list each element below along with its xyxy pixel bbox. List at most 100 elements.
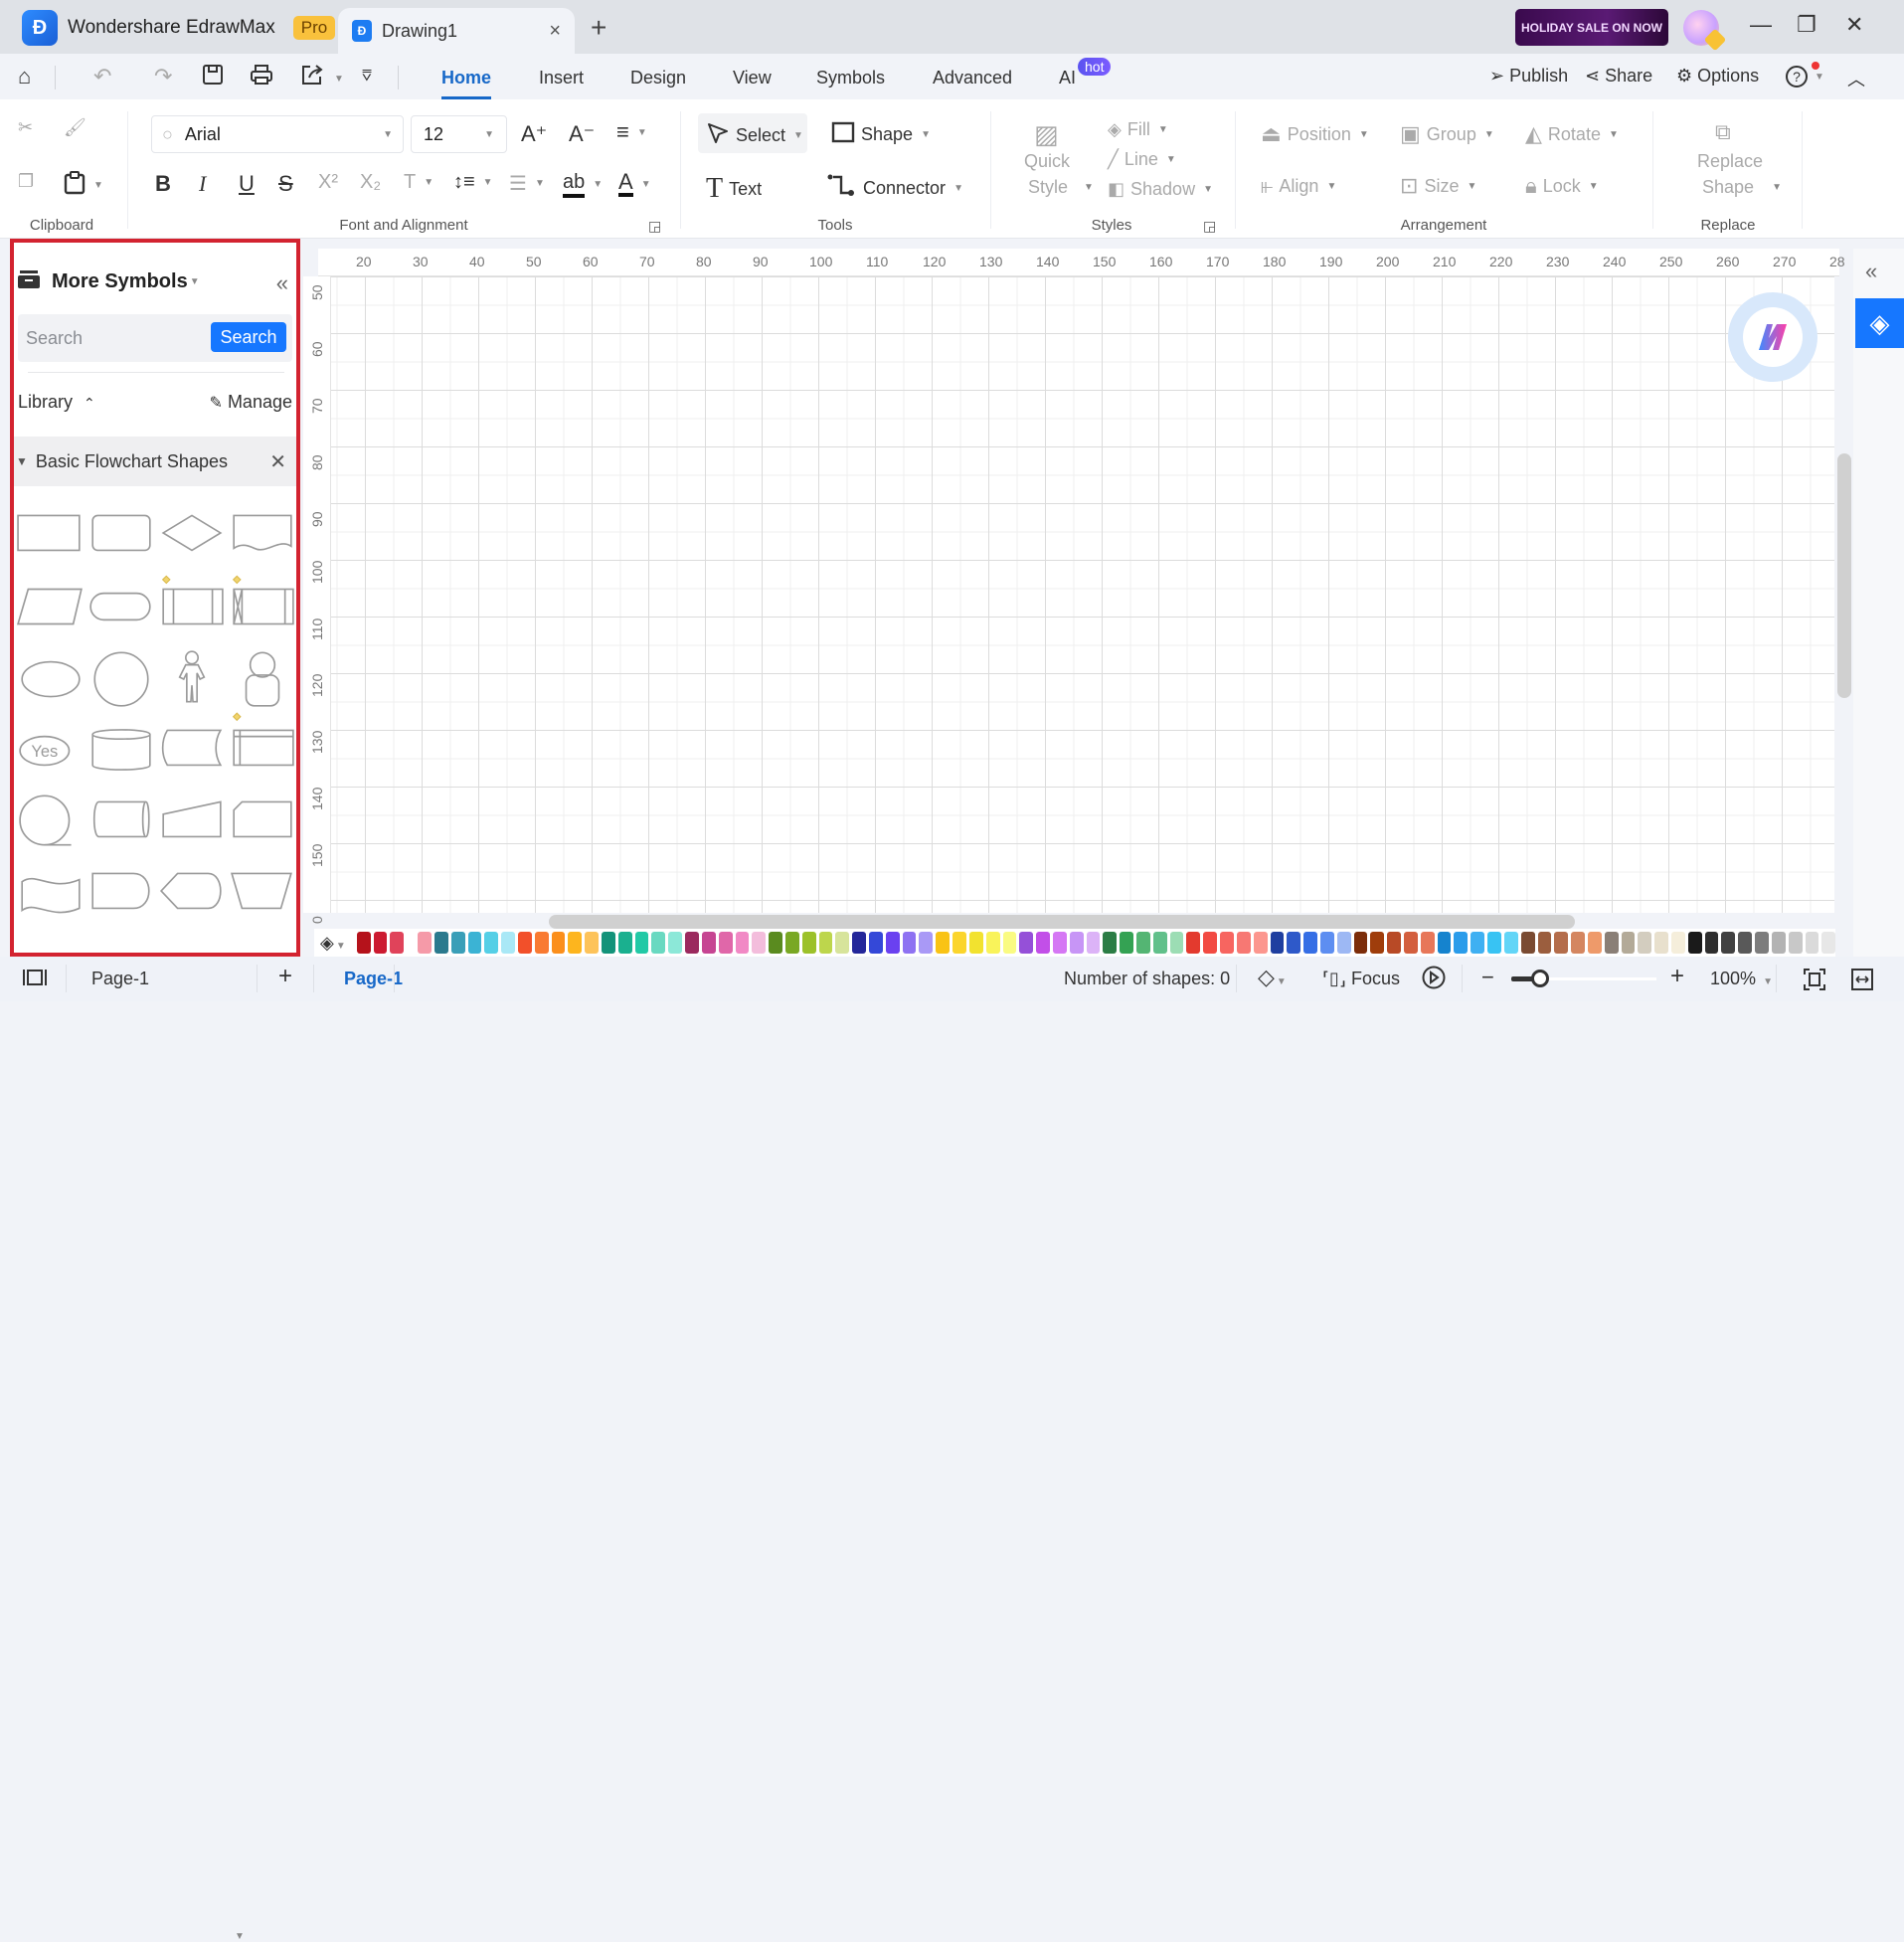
collapse-panel-icon[interactable]: « — [276, 270, 288, 296]
collapse-ribbon-icon[interactable]: ︿ — [1847, 66, 1865, 91]
color-swatch[interactable] — [1287, 932, 1301, 954]
fit-width-icon[interactable] — [1851, 969, 1873, 995]
layers-button[interactable]: ◇ ▼ — [1258, 965, 1287, 990]
subscript-button[interactable]: X₂ — [360, 171, 381, 194]
tab-insert[interactable]: Insert — [539, 68, 584, 88]
color-swatch[interactable] — [818, 932, 833, 954]
close-tab-icon[interactable]: × — [549, 20, 561, 43]
shape-sequential-access[interactable] — [16, 792, 86, 851]
paste-button[interactable]: ▼ — [64, 171, 103, 200]
restore-button[interactable]: ❐ — [1797, 12, 1817, 38]
fill-button[interactable]: ◈ Fill ▼ — [1108, 119, 1168, 140]
color-swatch[interactable] — [1771, 932, 1786, 954]
color-swatch[interactable] — [1654, 932, 1669, 954]
color-swatch[interactable] — [735, 932, 750, 954]
color-swatch[interactable] — [390, 932, 405, 954]
color-swatch[interactable] — [418, 932, 432, 954]
color-swatch[interactable] — [1319, 932, 1334, 954]
color-swatch[interactable] — [885, 932, 900, 954]
shape-database[interactable] — [87, 720, 156, 780]
align-objects-button[interactable]: ⫦ Align ▼ — [1261, 173, 1336, 199]
symbol-search-button[interactable]: Search — [211, 322, 286, 352]
undo-icon[interactable]: ↶ — [93, 64, 111, 89]
symbol-search-input[interactable] — [26, 324, 200, 352]
color-swatch[interactable] — [1805, 932, 1819, 954]
color-swatch[interactable] — [1203, 932, 1218, 954]
color-swatch[interactable] — [1152, 932, 1167, 954]
color-swatch[interactable] — [651, 932, 666, 954]
font-dialog-launcher-icon[interactable]: ◲ — [648, 218, 661, 235]
text-style-button[interactable]: T ▼ — [404, 171, 433, 194]
shape-stored-data-process[interactable] — [228, 575, 296, 636]
shape-yes-oval[interactable]: Yes — [16, 720, 86, 780]
format-painter-icon[interactable]: 🖌 — [64, 117, 87, 138]
styles-dialog-launcher-icon[interactable]: ◲ — [1203, 218, 1216, 235]
color-swatch[interactable] — [835, 932, 850, 954]
color-swatch[interactable] — [952, 932, 966, 954]
tab-advanced[interactable]: Advanced — [933, 68, 1012, 88]
connector-tool-button[interactable]: Connector ▼ — [827, 173, 963, 204]
font-family-select[interactable]: ○ Arial ▼ — [151, 115, 404, 153]
color-swatch[interactable] — [1169, 932, 1184, 954]
shadow-button[interactable]: ◧ Shadow ▼ — [1108, 179, 1213, 200]
color-swatch[interactable] — [1738, 932, 1753, 954]
export-icon[interactable] — [300, 64, 324, 91]
color-swatch[interactable] — [1687, 932, 1702, 954]
tab-design[interactable]: Design — [630, 68, 686, 88]
shape-user[interactable] — [228, 648, 296, 708]
color-swatch[interactable] — [517, 932, 532, 954]
cut-icon[interactable]: ✂ — [18, 117, 33, 138]
play-presentation-icon[interactable] — [1422, 965, 1446, 995]
color-swatch[interactable] — [919, 932, 934, 954]
color-swatch[interactable] — [685, 932, 699, 954]
quick-style-icon[interactable]: ▨ — [1034, 119, 1059, 150]
color-swatch[interactable] — [534, 932, 549, 954]
shape-manual-operation[interactable] — [228, 863, 296, 923]
shape-rounded-rectangle[interactable] — [87, 505, 156, 565]
shape-stored-data[interactable] — [157, 720, 227, 780]
line-button[interactable]: ╱ Line ▼ — [1108, 149, 1176, 170]
shape-circle[interactable] — [87, 648, 156, 708]
options-button[interactable]: ⚙ Options — [1676, 66, 1759, 87]
user-avatar[interactable] — [1683, 10, 1727, 52]
color-swatch[interactable] — [551, 932, 566, 954]
color-swatch[interactable] — [1604, 932, 1619, 954]
shape-card[interactable] — [228, 792, 296, 851]
color-swatch[interactable] — [1220, 932, 1234, 954]
shape-display[interactable] — [157, 863, 227, 923]
shape-process[interactable] — [16, 505, 86, 565]
color-swatch[interactable] — [450, 932, 465, 954]
color-swatch[interactable] — [602, 932, 615, 954]
color-swatch[interactable] — [1086, 932, 1101, 954]
color-swatch[interactable] — [1471, 932, 1485, 954]
fill-color-picker-icon[interactable]: ◈ ▼ — [320, 933, 346, 954]
select-tool-button[interactable]: Select ▼ — [706, 121, 803, 150]
shape-decision[interactable] — [157, 505, 227, 565]
color-swatch[interactable] — [1353, 932, 1368, 954]
more-symbols-dropdown-icon[interactable]: ▼ — [190, 276, 200, 287]
color-swatch[interactable] — [1236, 932, 1251, 954]
rotate-button[interactable]: ◭ Rotate ▼ — [1525, 121, 1619, 147]
color-swatch[interactable] — [1019, 932, 1034, 954]
shape-document[interactable] — [228, 505, 296, 565]
color-swatch[interactable] — [407, 932, 416, 954]
quick-style-button[interactable]: Style ▼ — [1028, 177, 1094, 198]
color-swatch[interactable] — [1303, 932, 1317, 954]
strikethrough-button[interactable]: S — [278, 171, 293, 197]
group-button[interactable]: ▣ Group ▼ — [1400, 121, 1494, 147]
underline-button[interactable]: U — [239, 171, 255, 197]
position-button[interactable]: ⏏ Position ▼ — [1261, 121, 1369, 147]
color-swatch[interactable] — [1437, 932, 1452, 954]
color-swatch[interactable] — [1571, 932, 1585, 954]
color-swatch[interactable] — [668, 932, 683, 954]
color-swatch[interactable] — [568, 932, 583, 954]
color-swatch[interactable] — [1036, 932, 1050, 954]
color-swatch[interactable] — [1537, 932, 1552, 954]
color-swatch[interactable] — [356, 932, 371, 954]
new-tab-button[interactable]: + — [591, 12, 606, 44]
redo-icon[interactable]: ↷ — [154, 64, 172, 89]
shape-data[interactable] — [16, 577, 86, 636]
shape-internal-storage[interactable] — [228, 712, 296, 780]
page-layout-icon[interactable] — [22, 969, 48, 991]
color-swatch[interactable] — [1755, 932, 1769, 954]
